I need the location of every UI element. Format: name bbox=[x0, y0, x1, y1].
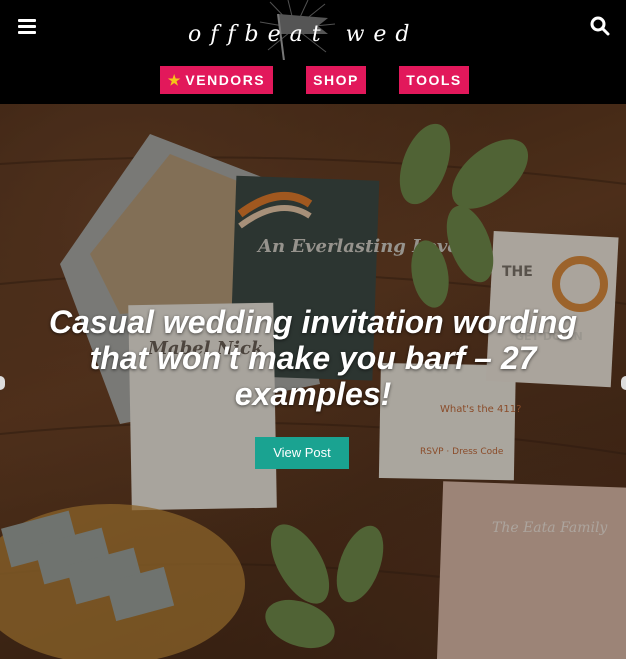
nav-shop-button[interactable]: SHOP bbox=[306, 66, 366, 94]
hamburger-menu-icon[interactable] bbox=[18, 19, 36, 35]
hero-title[interactable]: Casual wedding invitation wording that w… bbox=[20, 304, 606, 412]
search-icon[interactable] bbox=[590, 16, 610, 36]
site-header: offbeat wed ★ VENDORS SHOP TOOLS bbox=[0, 0, 626, 104]
slider-next-indicator[interactable] bbox=[621, 376, 626, 390]
view-post-button[interactable]: View Post bbox=[255, 437, 349, 469]
site-logo[interactable]: offbeat wed bbox=[150, 0, 470, 60]
nav-vendors-label: VENDORS bbox=[185, 72, 266, 88]
nav-vendors-button[interactable]: ★ VENDORS bbox=[160, 66, 273, 94]
hero-slider[interactable]: An Everlasting Love Mabel Nick What's th… bbox=[0, 104, 626, 659]
logo-text: offbeat wed bbox=[188, 22, 419, 47]
star-icon: ★ bbox=[167, 72, 181, 88]
nav-tools-button[interactable]: TOOLS bbox=[399, 66, 469, 94]
